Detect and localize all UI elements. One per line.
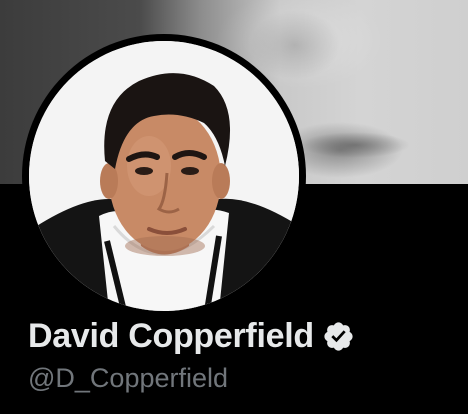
avatar-image [29,41,299,311]
banner-shade [250,10,340,80]
profile-name-row: David Copperfield [28,316,355,356]
avatar[interactable] [29,41,299,311]
banner-shade [300,132,410,158]
display-name: David Copperfield [28,317,314,355]
profile-handle: @D_Copperfield [28,363,229,393]
verified-badge-icon[interactable] [322,320,355,353]
